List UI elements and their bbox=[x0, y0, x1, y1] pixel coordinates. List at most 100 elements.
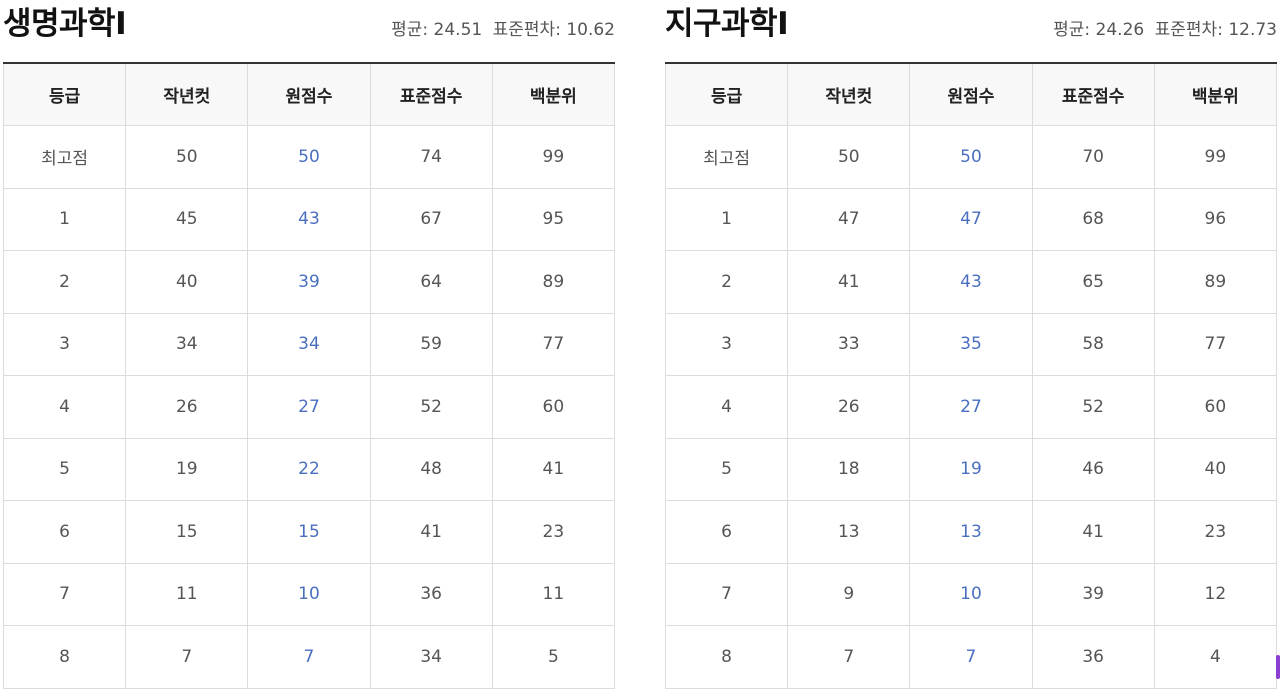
cell-raw-score: 13 bbox=[909, 500, 1033, 564]
mean-score: 평균: 24.26 bbox=[1053, 20, 1145, 40]
table-row: 1 47 47 68 96 bbox=[664, 187, 1278, 251]
table-row: 5 19 22 48 41 bbox=[2, 437, 616, 501]
cell-percentile: 40 bbox=[1153, 437, 1278, 501]
cell-last-year-cut: 13 bbox=[787, 500, 911, 564]
cell-grade: 2 bbox=[664, 250, 789, 314]
cell-grade: 2 bbox=[2, 250, 127, 314]
cell-raw-score: 34 bbox=[247, 312, 371, 376]
cell-grade: 3 bbox=[2, 312, 127, 376]
cell-standard-score: 67 bbox=[369, 187, 493, 251]
table-row: 3 34 34 59 77 bbox=[2, 312, 616, 376]
cell-grade: 최고점 bbox=[664, 125, 789, 189]
cell-last-year-cut: 26 bbox=[787, 375, 911, 439]
cell-grade: 4 bbox=[664, 375, 789, 439]
table-row: 최고점 50 50 70 99 bbox=[664, 125, 1278, 189]
cell-last-year-cut: 18 bbox=[787, 437, 911, 501]
cell-grade: 5 bbox=[664, 437, 789, 501]
score-stats: 평균: 24.26 표준편차: 12.73 bbox=[1053, 18, 1277, 42]
cell-percentile: 96 bbox=[1153, 187, 1278, 251]
cell-raw-score: 19 bbox=[909, 437, 1033, 501]
table-row: 7 9 10 39 12 bbox=[664, 562, 1278, 626]
table-row: 4 26 27 52 60 bbox=[664, 375, 1278, 439]
cell-percentile: 77 bbox=[1153, 312, 1278, 376]
cell-percentile: 99 bbox=[1153, 125, 1278, 189]
score-stats: 평균: 24.51 표준편차: 10.62 bbox=[391, 18, 615, 42]
cell-percentile: 60 bbox=[491, 375, 616, 439]
cell-grade: 6 bbox=[664, 500, 789, 564]
cell-percentile: 41 bbox=[491, 437, 616, 501]
cell-grade: 6 bbox=[2, 500, 127, 564]
subject-panel-earth-science: 지구과학Ⅰ 평균: 24.26 표준편차: 12.73 등급 작년컷 원점수 표… bbox=[664, 0, 1278, 689]
table-row: 3 33 35 58 77 bbox=[664, 312, 1278, 376]
table-row: 8 7 7 34 5 bbox=[2, 625, 616, 689]
cell-raw-score: 39 bbox=[247, 250, 371, 314]
cell-grade: 최고점 bbox=[2, 125, 127, 189]
column-header-standard-score: 표준점수 bbox=[369, 62, 493, 126]
column-header-raw-score: 원점수 bbox=[909, 62, 1033, 126]
cell-last-year-cut: 45 bbox=[125, 187, 249, 251]
table-body: 최고점 50 50 70 99 1 47 47 68 96 2 41 43 65 89 3 33 35 58 77 4 2… bbox=[664, 125, 1278, 689]
cell-standard-score: 52 bbox=[1031, 375, 1155, 439]
cell-percentile: 95 bbox=[491, 187, 616, 251]
cell-grade: 8 bbox=[2, 625, 127, 689]
cell-raw-score: 50 bbox=[247, 125, 371, 189]
table-body: 최고점 50 50 74 99 1 45 43 67 95 2 40 39 64 89 3 34 34 59 77 4 2… bbox=[2, 125, 616, 689]
cell-last-year-cut: 34 bbox=[125, 312, 249, 376]
column-header-percentile: 백분위 bbox=[491, 62, 616, 126]
cell-raw-score: 43 bbox=[247, 187, 371, 251]
column-header-standard-score: 표준점수 bbox=[1031, 62, 1155, 126]
standard-deviation: 표준편차: 12.73 bbox=[1154, 20, 1277, 40]
cell-last-year-cut: 40 bbox=[125, 250, 249, 314]
cell-last-year-cut: 33 bbox=[787, 312, 911, 376]
column-header-last-year-cut: 작년컷 bbox=[787, 62, 911, 126]
mean-score: 평균: 24.51 bbox=[391, 20, 483, 40]
cell-last-year-cut: 7 bbox=[125, 625, 249, 689]
cell-percentile: 5 bbox=[491, 625, 616, 689]
cell-standard-score: 52 bbox=[369, 375, 493, 439]
cell-standard-score: 64 bbox=[369, 250, 493, 314]
cell-last-year-cut: 50 bbox=[125, 125, 249, 189]
cell-standard-score: 74 bbox=[369, 125, 493, 189]
cell-grade: 5 bbox=[2, 437, 127, 501]
cell-percentile: 4 bbox=[1153, 625, 1278, 689]
column-header-last-year-cut: 작년컷 bbox=[125, 62, 249, 126]
subject-title: 지구과학Ⅰ bbox=[665, 6, 789, 42]
table-row: 6 15 15 41 23 bbox=[2, 500, 616, 564]
cell-standard-score: 65 bbox=[1031, 250, 1155, 314]
table-header-row: 등급 작년컷 원점수 표준점수 백분위 bbox=[2, 62, 616, 126]
cell-standard-score: 58 bbox=[1031, 312, 1155, 376]
cell-percentile: 77 bbox=[491, 312, 616, 376]
cell-raw-score: 7 bbox=[247, 625, 371, 689]
cell-raw-score: 47 bbox=[909, 187, 1033, 251]
table-row: 7 11 10 36 11 bbox=[2, 562, 616, 626]
subject-title: 생명과학Ⅰ bbox=[3, 6, 127, 42]
cell-raw-score: 7 bbox=[909, 625, 1033, 689]
cell-percentile: 11 bbox=[491, 562, 616, 626]
cell-raw-score: 22 bbox=[247, 437, 371, 501]
cell-standard-score: 59 bbox=[369, 312, 493, 376]
cell-last-year-cut: 11 bbox=[125, 562, 249, 626]
table-row: 8 7 7 36 4 bbox=[664, 625, 1278, 689]
cell-raw-score: 43 bbox=[909, 250, 1033, 314]
column-header-raw-score: 원점수 bbox=[247, 62, 371, 126]
panel-header: 생명과학Ⅰ 평균: 24.51 표준편차: 10.62 bbox=[3, 0, 615, 62]
cell-standard-score: 68 bbox=[1031, 187, 1155, 251]
cell-raw-score: 10 bbox=[247, 562, 371, 626]
cell-standard-score: 48 bbox=[369, 437, 493, 501]
cell-standard-score: 41 bbox=[369, 500, 493, 564]
cell-percentile: 60 bbox=[1153, 375, 1278, 439]
subject-panel-biology: 생명과학Ⅰ 평균: 24.51 표준편차: 10.62 등급 작년컷 원점수 표… bbox=[2, 0, 616, 689]
scroll-indicator[interactable] bbox=[1276, 655, 1280, 679]
grade-cut-table: 등급 작년컷 원점수 표준점수 백분위 최고점 50 50 74 99 1 45 43 67 95… bbox=[2, 62, 616, 689]
cell-standard-score: 46 bbox=[1031, 437, 1155, 501]
grade-cut-table: 등급 작년컷 원점수 표준점수 백분위 최고점 50 50 70 99 1 47 47 68 96… bbox=[664, 62, 1278, 689]
cell-standard-score: 36 bbox=[1031, 625, 1155, 689]
table-header-row: 등급 작년컷 원점수 표준점수 백분위 bbox=[664, 62, 1278, 126]
cell-last-year-cut: 7 bbox=[787, 625, 911, 689]
column-header-grade: 등급 bbox=[664, 62, 789, 126]
cell-last-year-cut: 47 bbox=[787, 187, 911, 251]
cell-percentile: 89 bbox=[491, 250, 616, 314]
cell-raw-score: 35 bbox=[909, 312, 1033, 376]
cell-grade: 1 bbox=[664, 187, 789, 251]
table-row: 2 41 43 65 89 bbox=[664, 250, 1278, 314]
